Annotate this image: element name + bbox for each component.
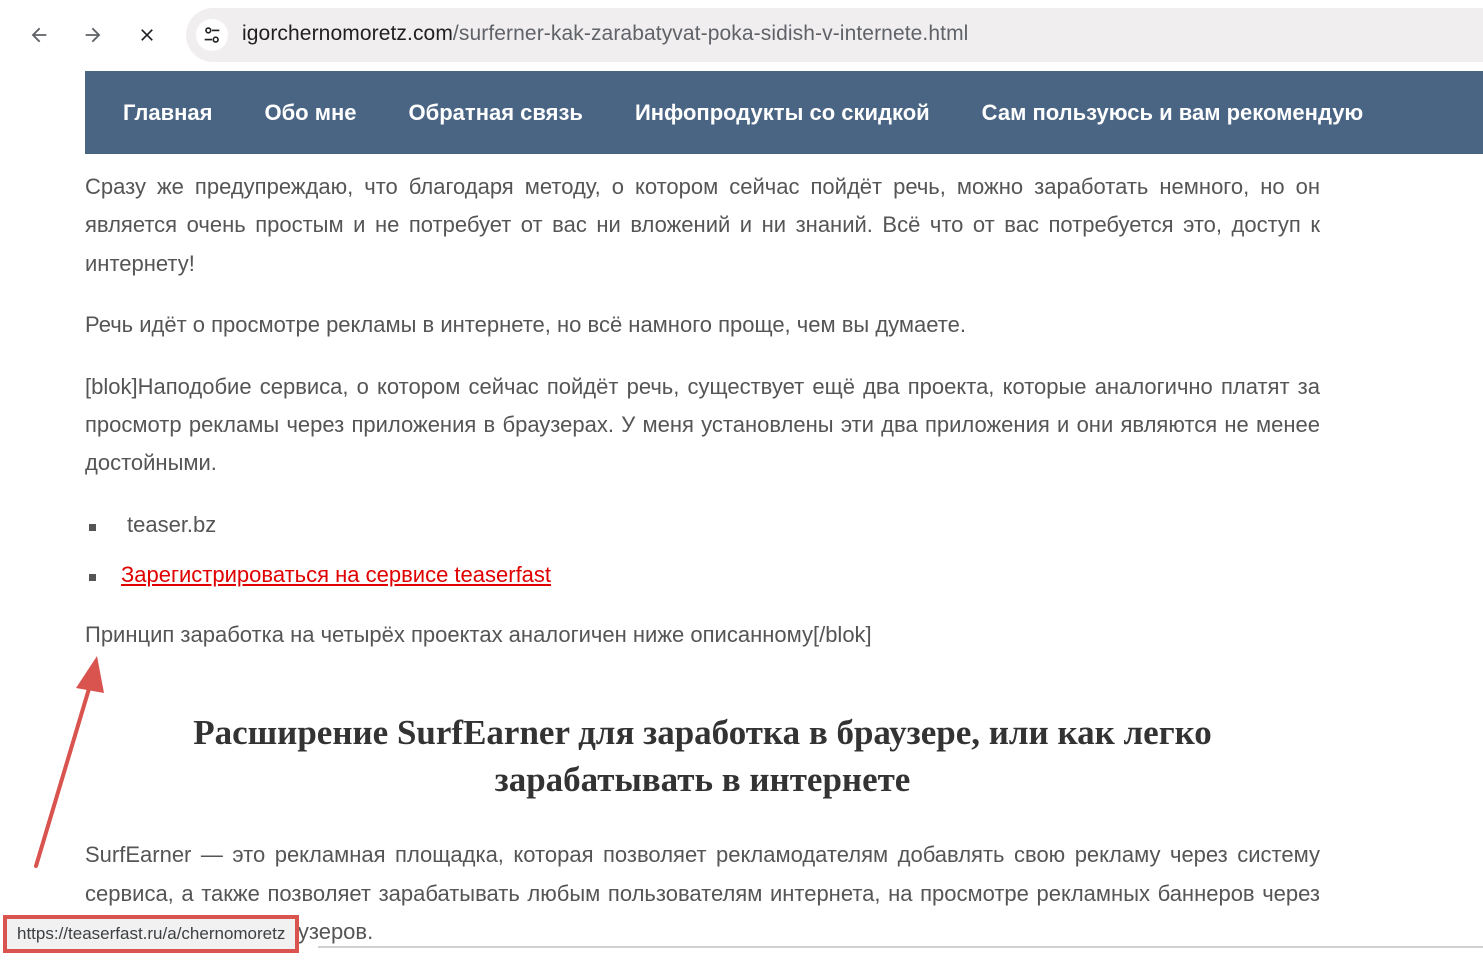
- stop-loading-button[interactable]: [129, 17, 165, 53]
- status-bar-url-preview: https://teaserfast.ru/a/chernomoretz: [3, 915, 300, 953]
- article-paragraph-3: [blok]Наподобие сервиса, о котором сейча…: [85, 373, 1320, 476]
- list-item-text: teaser.bz: [127, 511, 217, 537]
- browser-toolbar: igorchernomoretz.com/surferner-kak-zarab…: [0, 0, 1483, 70]
- section-heading: Расширение SurfEarner для заработка в бр…: [193, 713, 1212, 800]
- article-paragraph-1: Сразу же предупреждаю, что благодаря мет…: [85, 174, 1320, 276]
- url-path: /surferner-kak-zarabatyvat-poka-sidish-v…: [452, 22, 969, 45]
- square-bullet-icon: [89, 523, 96, 531]
- divider: [318, 946, 1483, 948]
- close-icon: [141, 29, 153, 41]
- nav-item-recommend[interactable]: Сам пользуюсь и вам рекомендую: [982, 100, 1364, 126]
- nav-item-info-products[interactable]: Инфопродукты со скидкой: [635, 100, 930, 126]
- teaserfast-register-link[interactable]: Зарегистрироваться на сервисе teaserfast: [121, 562, 551, 587]
- address-bar[interactable]: igorchernomoretz.com/surferner-kak-zarab…: [186, 8, 1483, 62]
- arrow-left-icon: [31, 27, 47, 43]
- article-paragraph-2: Речь идёт о просмотре рекламы в интернет…: [85, 312, 966, 338]
- arrow-right-icon: [85, 27, 101, 43]
- site-navigation: Главная Обо мне Обратная связь Инфопроду…: [85, 71, 1483, 154]
- tune-icon: [204, 27, 220, 43]
- url-text[interactable]: igorchernomoretz.com/surferner-kak-zarab…: [242, 22, 968, 46]
- forward-button[interactable]: [75, 17, 111, 53]
- site-info-button[interactable]: [196, 19, 228, 51]
- list-item: teaser.bz: [85, 506, 1320, 556]
- nav-item-about[interactable]: Обо мне: [264, 100, 356, 126]
- back-button[interactable]: [21, 17, 57, 53]
- square-bullet-icon: [89, 573, 96, 581]
- project-list: teaser.bz Зарегистрироваться на сервисе …: [85, 506, 1320, 606]
- article-paragraph-4: Принцип заработка на четырёх проектах ан…: [85, 621, 872, 647]
- nav-item-home[interactable]: Главная: [123, 100, 212, 126]
- url-host: igorchernomoretz.com: [242, 22, 453, 45]
- article-content: Сразу же предупреждаю, что благодаря мет…: [85, 168, 1320, 974]
- list-item: Зарегистрироваться на сервисе teaserfast: [85, 556, 1320, 606]
- nav-item-feedback[interactable]: Обратная связь: [409, 100, 583, 126]
